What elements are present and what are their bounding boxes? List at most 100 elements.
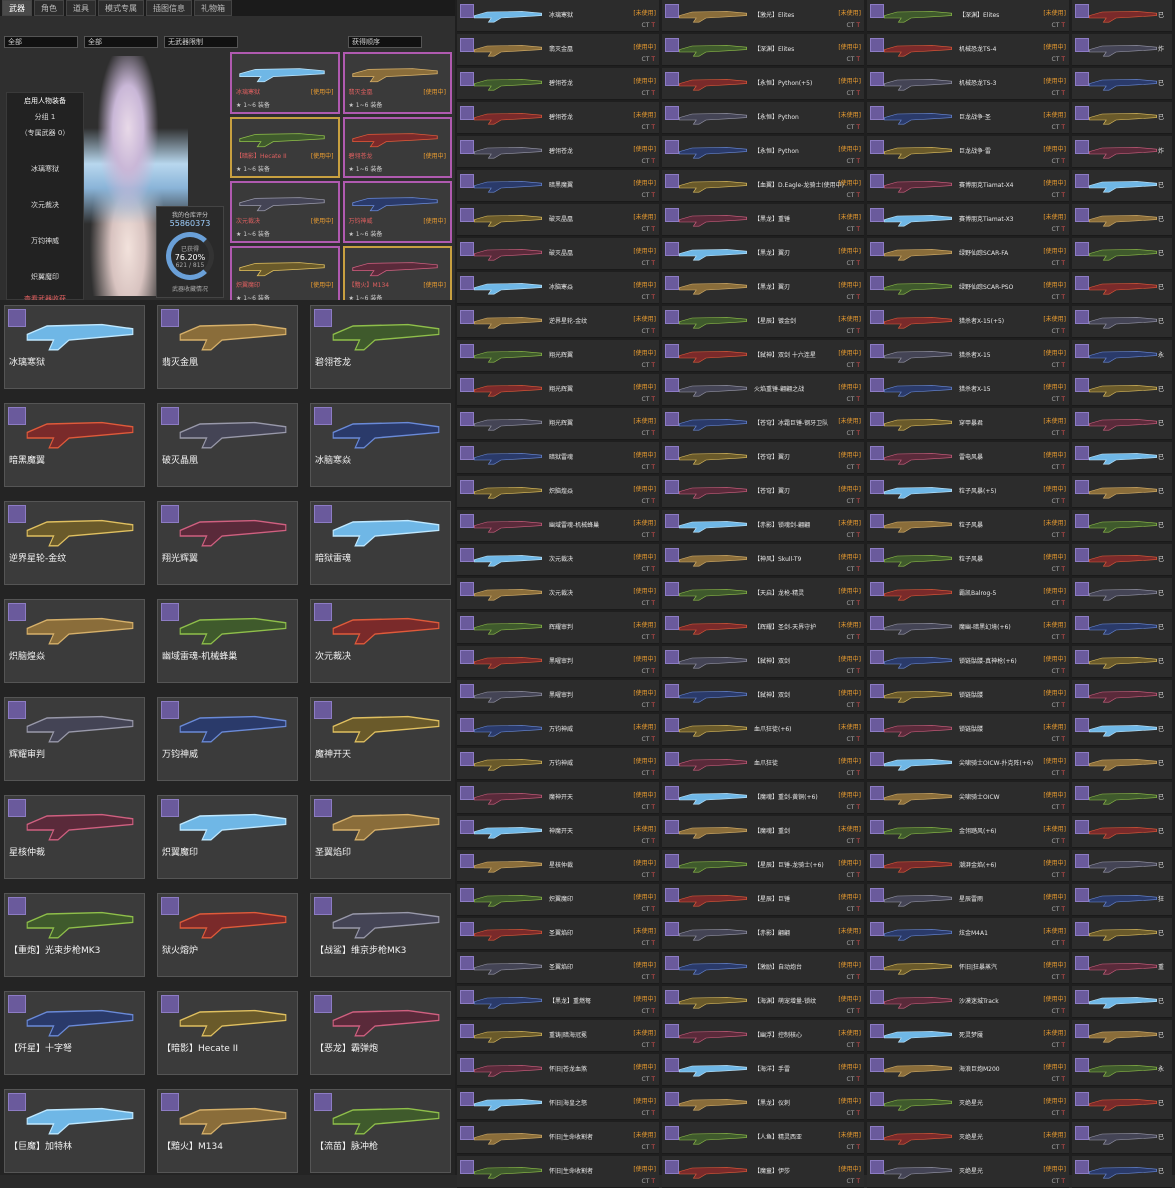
list-item[interactable]: 怀旧|生命收割者 [未使用] CT T xyxy=(457,1122,659,1154)
side-item-3[interactable]: 万钧神威 xyxy=(7,233,83,249)
list-item[interactable]: 已 xyxy=(1072,544,1172,576)
list-item[interactable]: 翔光辉翼 [使用中] CT T xyxy=(457,374,659,406)
weapon-card[interactable]: 炽脑煌焱 xyxy=(4,599,145,683)
tab-4[interactable]: 插图信息 xyxy=(146,0,192,16)
weapon-card[interactable]: 【战鲨】维京步枪MK3 xyxy=(310,893,451,977)
list-item[interactable]: 机械恐龙TS-3 [使用中] CT T xyxy=(867,68,1069,100)
list-item[interactable]: 【永恒】Python [使用中] CT T xyxy=(662,136,864,168)
weapon-card[interactable]: 星核仲裁 xyxy=(4,795,145,879)
weapon-card[interactable]: 冰脑寒焱 xyxy=(310,403,451,487)
featured-weapon-card[interactable]: 【暗影】Hecate II [使用中] ★ 1~6 装备 xyxy=(230,116,340,178)
featured-weapon-card[interactable]: 炽翼魔印 [使用中] ★ 1~6 装备 xyxy=(230,245,340,307)
list-item[interactable]: 【苍穹】冰霜巨锤-钢牙卫队 [未使用] CT T xyxy=(662,408,864,440)
list-item[interactable]: 【黑龙】仪刺 [使用中] CT T xyxy=(662,1088,864,1120)
list-item[interactable]: 已 xyxy=(1072,442,1172,474)
list-item[interactable]: 【永恒】Python(+5) [使用中] CT T xyxy=(662,68,864,100)
list-item[interactable]: 已 xyxy=(1072,1122,1172,1154)
list-item[interactable]: 圣翼焰印 [未使用] CT T xyxy=(457,918,659,950)
list-item[interactable]: 翡灭金凰 [使用中] CT T xyxy=(457,34,659,66)
list-item[interactable]: 辉耀审判 [未使用] CT T xyxy=(457,612,659,644)
tab-1[interactable]: 角色 xyxy=(34,0,64,16)
list-item[interactable]: 灭绝星光 [使用中] CT T xyxy=(867,1088,1069,1120)
list-item[interactable]: 冰璃寒狱 [未使用] CT T xyxy=(457,0,659,32)
list-item[interactable]: 【黑龙】翼刃 [使用中] CT T xyxy=(662,238,864,270)
list-item[interactable]: 已 xyxy=(1072,102,1172,134)
list-item[interactable]: 神魔开天 [未使用] CT T xyxy=(457,816,659,848)
list-item[interactable]: 幽域雷魂-机械蜂巢 [未使用] CT T xyxy=(457,510,659,542)
weapon-card[interactable]: 暗黑魔翼 xyxy=(4,403,145,487)
list-item[interactable]: 碧翎苍龙 [未使用] CT T xyxy=(457,102,659,134)
weapon-card[interactable]: 【黯火】M134 xyxy=(157,1089,298,1173)
list-item[interactable]: 粒子风暴(+5) [使用中] CT T xyxy=(867,476,1069,508)
list-item[interactable]: 炸 xyxy=(1072,34,1172,66)
list-item[interactable]: 已 xyxy=(1072,578,1172,610)
list-item[interactable]: 黑曜审判 [使用中] CT T xyxy=(457,646,659,678)
list-item[interactable]: 【魔魂】重剑-黄铜(+6) [使用中] CT T xyxy=(662,782,864,814)
list-item[interactable]: 机械恐龙TS-4 [使用中] CT T xyxy=(867,34,1069,66)
list-item[interactable]: 万钧神威 [未使用] CT T xyxy=(457,714,659,746)
list-item[interactable]: 海浪巨炮M200 [使用中] CT T xyxy=(867,1054,1069,1086)
weapon-card[interactable]: 万钧神威 xyxy=(157,697,298,781)
filter-select-2[interactable]: 全部 xyxy=(84,36,158,48)
filter-select-1[interactable]: 全部 xyxy=(4,36,78,48)
list-item[interactable]: 已 xyxy=(1072,306,1172,338)
list-item[interactable]: 火焰重锤-翩翩之战 [使用中] CT T xyxy=(662,374,864,406)
list-item[interactable]: 已 xyxy=(1072,918,1172,950)
list-item[interactable]: 绿野仙踪SCAR-PSO [使用中] CT T xyxy=(867,272,1069,304)
list-item[interactable]: 锁链骷髅 [未使用] CT T xyxy=(867,714,1069,746)
list-item[interactable]: 【海渊】萌宠增量-锁纹 [使用中] CT T xyxy=(662,986,864,1018)
list-item[interactable]: 【天启】龙枪-精灵 [使用中] CT T xyxy=(662,578,864,610)
list-item[interactable]: 【幽浮】控制核心 [未使用] CT T xyxy=(662,1020,864,1052)
list-item[interactable]: 已 xyxy=(1072,1088,1172,1120)
weapon-card[interactable]: 【重炮】光束步枪MK3 xyxy=(4,893,145,977)
weapon-card[interactable]: 逆界星轮-金纹 xyxy=(4,501,145,585)
list-item[interactable]: 重 xyxy=(1072,952,1172,984)
list-item[interactable]: 已 xyxy=(1072,782,1172,814)
list-item[interactable]: 星辰雷雨 [使用中] CT T xyxy=(867,884,1069,916)
list-item[interactable]: 【黑龙】重锤 [未使用] CT T xyxy=(662,204,864,236)
list-item[interactable]: 【深渊】Elites [使用中] CT T xyxy=(662,34,864,66)
weapon-card[interactable]: 暗狱雷魂 xyxy=(310,501,451,585)
tab-3[interactable]: 模式专属 xyxy=(98,0,144,16)
filter-select-3[interactable]: 无武器限制 xyxy=(164,36,238,48)
list-item[interactable]: 死灵梦魇 [未使用] CT T xyxy=(867,1020,1069,1052)
list-item[interactable]: 【永恒】Python [未使用] CT T xyxy=(662,102,864,134)
list-item[interactable]: 已 xyxy=(1072,68,1172,100)
list-item[interactable]: 翔光辉翼 [使用中] CT T xyxy=(457,340,659,372)
list-item[interactable]: 已 xyxy=(1072,748,1172,780)
list-item[interactable]: 炸 xyxy=(1072,136,1172,168)
list-item[interactable]: 赛博朋克Tiamat-X4 [使用中] CT T xyxy=(867,170,1069,202)
list-item[interactable]: 已 xyxy=(1072,986,1172,1018)
weapon-card[interactable]: 【暗影】Hecate II xyxy=(157,991,298,1075)
list-item[interactable]: 次元裁决 [使用中] CT T xyxy=(457,544,659,576)
list-item[interactable]: 炫金M4A1 [未使用] CT T xyxy=(867,918,1069,950)
tab-5[interactable]: 礼物箱 xyxy=(194,0,232,16)
list-item[interactable]: 猎杀者X-15 [使用中] CT T xyxy=(867,374,1069,406)
tab-2[interactable]: 道具 xyxy=(66,0,96,16)
list-item[interactable]: 已 xyxy=(1072,204,1172,236)
list-item[interactable]: 【苍穹】翼刃 [使用中] CT T xyxy=(662,442,864,474)
list-item[interactable]: 已 xyxy=(1072,646,1172,678)
list-item[interactable]: 怀旧|生命收割者 [使用中] CT T xyxy=(457,1156,659,1188)
list-item[interactable]: 已 xyxy=(1072,408,1172,440)
list-item[interactable]: 碧翎苍龙 [使用中] CT T xyxy=(457,136,659,168)
list-item[interactable]: 【深渊】Elites [未使用] CT T xyxy=(867,0,1069,32)
list-item[interactable]: 暗黑魔翼 [使用中] CT T xyxy=(457,170,659,202)
featured-weapon-card[interactable]: 万钧神威 [使用中] ★ 1~6 装备 xyxy=(342,181,452,243)
weapon-card[interactable]: 圣翼焰印 xyxy=(310,795,451,879)
list-item[interactable]: 赛博朋克Tiamat-X3 [未使用] CT T xyxy=(867,204,1069,236)
list-item[interactable]: 【弑神】双剑 十六连星 [使用中] CT T xyxy=(662,340,864,372)
list-item[interactable]: 【星辰】镀金剑 [未使用] CT T xyxy=(662,306,864,338)
list-item[interactable]: 巨龙战争·雷 [使用中] CT T xyxy=(867,136,1069,168)
list-item[interactable]: 黑曜审判 [使用中] CT T xyxy=(457,680,659,712)
list-item[interactable]: 碧翎苍龙 [使用中] CT T xyxy=(457,68,659,100)
list-item[interactable]: 猎杀者X-15 [使用中] CT T xyxy=(867,340,1069,372)
weapon-card[interactable]: 【恶龙】霸弹炮 xyxy=(310,991,451,1075)
list-item[interactable]: 圣翼焰印 [使用中] CT T xyxy=(457,952,659,984)
featured-weapon-card[interactable]: 冰璃寒狱 [使用中] ★ 1~6 装备 xyxy=(230,52,340,114)
list-item[interactable]: 粒子风暴 [使用中] CT T xyxy=(867,544,1069,576)
list-item[interactable]: 潮湃金焰(+6) [使用中] CT T xyxy=(867,850,1069,882)
list-item[interactable]: 怀旧|海皇之怒 [使用中] CT T xyxy=(457,1088,659,1120)
list-item[interactable]: 已 xyxy=(1072,714,1172,746)
list-item[interactable]: 【弑神】双剑 [使用中] CT T xyxy=(662,680,864,712)
